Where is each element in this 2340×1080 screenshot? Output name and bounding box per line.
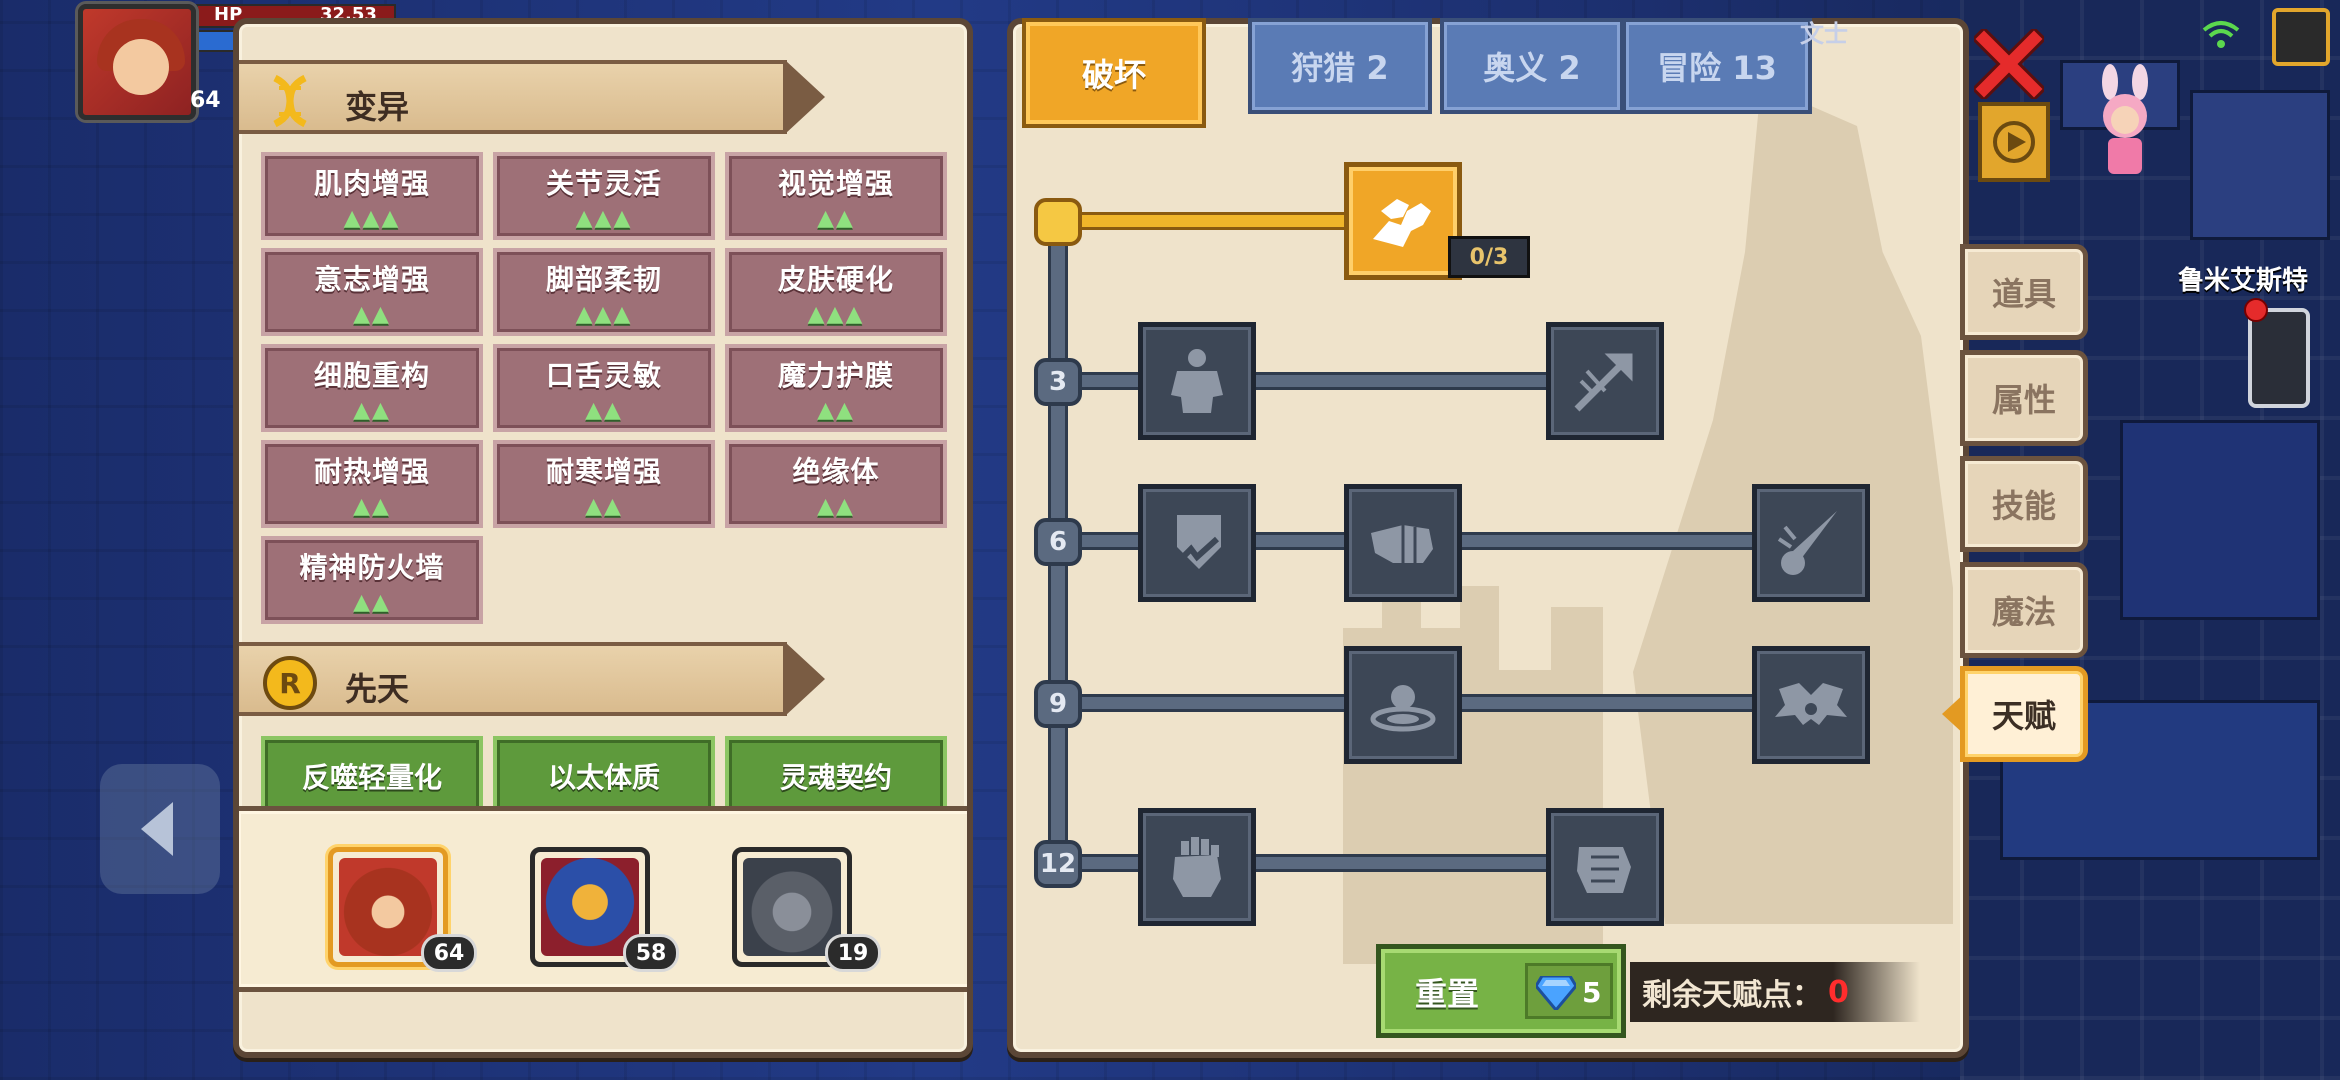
innate-soul-pact[interactable]: 灵魂契约 bbox=[725, 736, 947, 816]
mutation-section-title: 变异 bbox=[345, 88, 410, 126]
tree-level-6: 6 bbox=[1034, 518, 1082, 566]
tab-destruction[interactable]: 破坏 bbox=[1022, 18, 1206, 128]
traits-panel: 变异 肌肉增强 ▲▲▲ 关节灵活 ▲▲▲ 视觉增强 ▲▲ 意志增强 ▲▲ 脚部柔… bbox=[233, 18, 973, 1058]
player-level: 64 bbox=[190, 88, 221, 113]
side-tab-magic[interactable]: 魔法 bbox=[1960, 562, 2088, 658]
trait-level-arrows: ▲▲ bbox=[353, 301, 391, 327]
remaining-value: 0 bbox=[1828, 974, 1849, 1010]
bat-wings-icon[interactable] bbox=[1752, 646, 1870, 764]
muscle-body-icon[interactable] bbox=[1138, 322, 1256, 440]
trait-level-arrows: ▲▲ bbox=[353, 493, 391, 519]
trait-skin-harden[interactable]: 皮肤硬化 ▲▲▲ bbox=[725, 248, 947, 336]
side-tab-attributes[interactable]: 属性 bbox=[1960, 350, 2088, 446]
side-tab-talent[interactable]: 天赋 bbox=[1960, 666, 2088, 762]
player-portrait[interactable] bbox=[78, 4, 196, 120]
blade-slash-icon[interactable] bbox=[1752, 484, 1870, 602]
chevron-left-icon bbox=[141, 802, 173, 856]
map-building bbox=[2190, 90, 2330, 240]
dna-icon bbox=[263, 74, 317, 128]
goblin-avatar bbox=[743, 858, 841, 956]
remaining-talent-points: 剩余天赋点： 0 bbox=[1630, 962, 1920, 1022]
mp-bar bbox=[196, 30, 236, 52]
notification-badge bbox=[2244, 298, 2268, 322]
tree-branch-12 bbox=[1060, 854, 1570, 872]
trait-cell-rebuild[interactable]: 细胞重构 ▲▲ bbox=[261, 344, 483, 432]
tree-root-branch bbox=[1060, 212, 1360, 230]
trait-level-arrows: ▲▲▲ bbox=[575, 301, 633, 327]
back-arrow-button[interactable] bbox=[100, 764, 220, 894]
party-member-3[interactable]: 19 bbox=[732, 847, 881, 972]
innate-ether-body[interactable]: 以太体质 bbox=[493, 736, 715, 816]
trait-mana-membrane[interactable]: 魔力护膜 ▲▲ bbox=[725, 344, 947, 432]
party-member-level: 64 bbox=[421, 934, 477, 972]
grip-fist-icon[interactable] bbox=[1546, 808, 1664, 926]
tree-level-3: 3 bbox=[1034, 358, 1082, 406]
close-button[interactable] bbox=[1972, 22, 2046, 106]
trait-will-enhance[interactable]: 意志增强 ▲▲ bbox=[261, 248, 483, 336]
party-member-level: 58 bbox=[623, 934, 679, 972]
innate-section-header: R 先天 bbox=[239, 642, 825, 716]
tab-adventure[interactable]: 冒险 13 bbox=[1622, 18, 1812, 114]
remaining-label: 剩余天赋点： bbox=[1642, 978, 1822, 1013]
trait-level-arrows: ▲▲ bbox=[353, 589, 391, 615]
play-icon[interactable] bbox=[1978, 102, 2050, 182]
fist-icon[interactable] bbox=[1138, 808, 1256, 926]
party-selector: 64 58 19 bbox=[239, 806, 967, 992]
trait-level-arrows: ▲▲▲ bbox=[575, 205, 633, 231]
close-icon bbox=[1974, 29, 2044, 99]
trait-level-arrows: ▲▲ bbox=[817, 397, 855, 423]
trait-level-arrows: ▲▲▲ bbox=[807, 301, 865, 327]
trait-muscle-enhance[interactable]: 肌肉增强 ▲▲▲ bbox=[261, 152, 483, 240]
reset-cost: 5 bbox=[1525, 963, 1613, 1019]
map-menu-icon[interactable] bbox=[2272, 8, 2330, 66]
shield-break-icon[interactable] bbox=[1138, 484, 1256, 602]
innate-section-title: 先天 bbox=[345, 670, 410, 708]
trait-level-arrows: ▲▲▲ bbox=[343, 205, 401, 231]
trait-level-arrows: ▲▲ bbox=[585, 397, 623, 423]
mutation-section-header: 变异 bbox=[239, 60, 825, 134]
red-hood-girl-avatar bbox=[339, 858, 437, 956]
innate-backlash-reduce[interactable]: 反噬轻量化 bbox=[261, 736, 483, 816]
rune-r-icon: R bbox=[263, 656, 317, 710]
reset-button[interactable]: 重置 5 bbox=[1376, 944, 1626, 1038]
party-member-level: 19 bbox=[825, 934, 881, 972]
tree-level-12: 12 bbox=[1034, 840, 1082, 888]
tree-level-9: 9 bbox=[1034, 680, 1082, 728]
trait-heat-resist[interactable]: 耐热增强 ▲▲ bbox=[261, 440, 483, 528]
party-member-1[interactable]: 64 bbox=[328, 847, 477, 972]
party-member-2[interactable]: 58 bbox=[530, 847, 679, 972]
tree-root-node bbox=[1034, 198, 1082, 246]
location-label: 鲁米艾斯特 bbox=[2178, 266, 2309, 296]
trait-foot-flex[interactable]: 脚部柔韧 ▲▲▲ bbox=[493, 248, 715, 336]
trait-insulator[interactable]: 绝缘体 ▲▲ bbox=[725, 440, 947, 528]
ground-impact-icon[interactable] bbox=[1344, 646, 1462, 764]
trait-level-arrows: ▲▲ bbox=[585, 493, 623, 519]
armored-mage-avatar bbox=[541, 858, 639, 956]
arrow-hit-icon[interactable] bbox=[1546, 322, 1664, 440]
npc-bunny-girl-sprite bbox=[2102, 64, 2148, 174]
talent-count: 0/3 bbox=[1448, 236, 1530, 278]
arm-wrestle-icon[interactable] bbox=[1344, 162, 1462, 280]
wifi-icon bbox=[2202, 21, 2240, 48]
top-right-label: 文士 bbox=[1800, 20, 1848, 48]
punch-icon[interactable] bbox=[1344, 484, 1462, 602]
tab-hunting[interactable]: 狩猎 2 bbox=[1248, 18, 1432, 114]
side-tab-items[interactable]: 道具 bbox=[1960, 244, 2088, 340]
portrait-face bbox=[113, 39, 169, 95]
tab-arcane[interactable]: 奥义 2 bbox=[1440, 18, 1624, 114]
blue-gem-icon bbox=[1536, 976, 1576, 1010]
trait-cold-resist[interactable]: 耐寒增强 ▲▲ bbox=[493, 440, 715, 528]
tree-branch-3 bbox=[1060, 372, 1570, 390]
trait-level-arrows: ▲▲ bbox=[817, 493, 855, 519]
trait-joint-flex[interactable]: 关节灵活 ▲▲▲ bbox=[493, 152, 715, 240]
phone-icon[interactable] bbox=[2248, 308, 2310, 408]
side-tab-skills[interactable]: 技能 bbox=[1960, 456, 2088, 552]
trait-vision-enhance[interactable]: 视觉增强 ▲▲ bbox=[725, 152, 947, 240]
trait-level-arrows: ▲▲ bbox=[817, 205, 855, 231]
map-building bbox=[2120, 420, 2320, 620]
trait-mind-firewall[interactable]: 精神防火墙 ▲▲ bbox=[261, 536, 483, 624]
trait-tongue-sharp[interactable]: 口舌灵敏 ▲▲ bbox=[493, 344, 715, 432]
trait-level-arrows: ▲▲ bbox=[353, 397, 391, 423]
reset-label: 重置 bbox=[1415, 975, 1480, 1013]
